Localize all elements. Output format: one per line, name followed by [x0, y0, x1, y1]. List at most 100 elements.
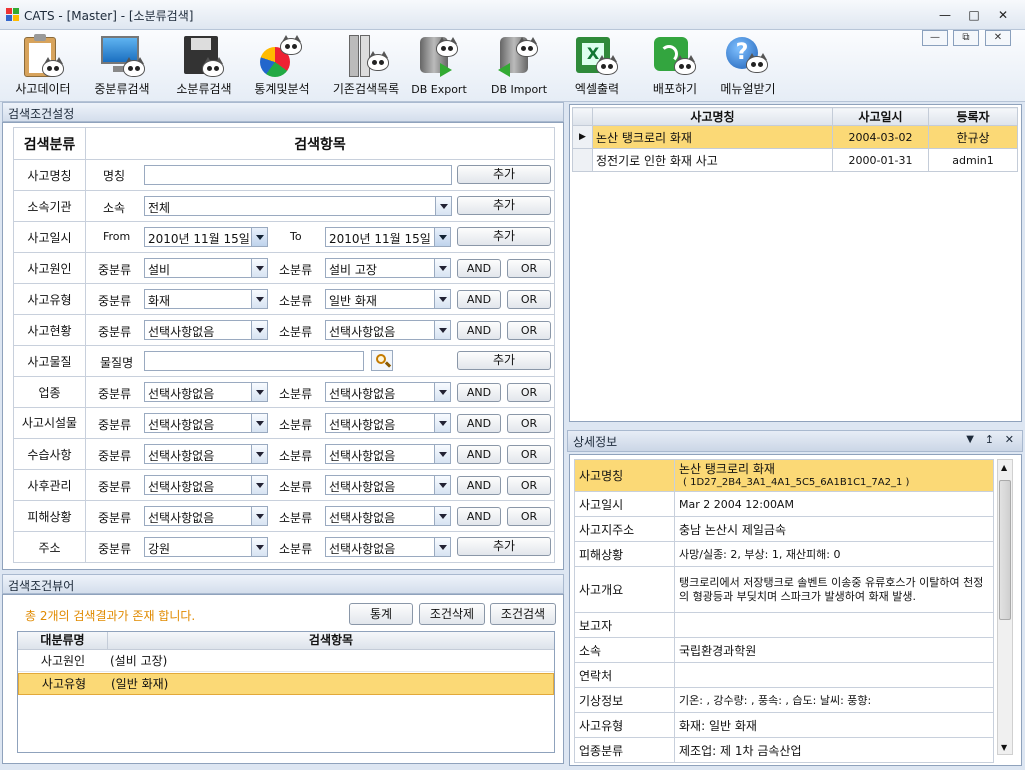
- chevron-down-icon[interactable]: [251, 290, 267, 308]
- status-mid-dropdown[interactable]: 선택사항없음: [144, 320, 268, 340]
- chevron-down-icon[interactable]: [434, 476, 450, 494]
- industry-sub-dropdown[interactable]: 선택사항없음: [325, 382, 451, 402]
- date-add-button[interactable]: 추가: [457, 227, 551, 246]
- recovery-or-button[interactable]: OR: [507, 445, 551, 464]
- status-and-button[interactable]: AND: [457, 321, 501, 340]
- name-input[interactable]: [144, 165, 452, 185]
- followup-and-button[interactable]: AND: [457, 476, 501, 495]
- cause-mid-dropdown[interactable]: 설비: [144, 258, 268, 278]
- damage-sub-dropdown[interactable]: 선택사항없음: [325, 506, 451, 526]
- table-row[interactable]: ▶ 논산 탱크로리 화재 2004-03-02 한규상: [572, 125, 1018, 149]
- facility-mid-dropdown[interactable]: 선택사항없음: [144, 413, 268, 433]
- chevron-down-icon[interactable]: [251, 259, 267, 277]
- chevron-down-icon[interactable]: [434, 538, 450, 556]
- chevron-down-icon[interactable]: [251, 383, 267, 401]
- material-add-button[interactable]: 추가: [457, 351, 551, 370]
- chevron-down-icon[interactable]: [435, 197, 451, 215]
- mdi-restore-icon[interactable]: ⧉: [953, 30, 979, 46]
- date-from-picker[interactable]: 2010년 11월 15일: [144, 227, 268, 247]
- chevron-down-icon[interactable]: [434, 290, 450, 308]
- industry-or-button[interactable]: OR: [507, 383, 551, 402]
- followup-or-button[interactable]: OR: [507, 476, 551, 495]
- industry-and-button[interactable]: AND: [457, 383, 501, 402]
- col-user-header[interactable]: 등록자: [928, 107, 1018, 126]
- toolbar-stats-button[interactable]: 통계및분석: [246, 30, 318, 102]
- list-item-selected[interactable]: 사고유형 (일반 화재): [18, 673, 554, 695]
- recovery-and-button[interactable]: AND: [457, 445, 501, 464]
- search-icon[interactable]: [371, 350, 393, 371]
- close-icon[interactable]: ✕: [1005, 433, 1014, 446]
- toolbar-manual-button[interactable]: ? 메뉴얼받기: [714, 30, 782, 102]
- chevron-down-icon[interactable]: [251, 507, 267, 525]
- type-mid-dropdown[interactable]: 화재: [144, 289, 268, 309]
- chevron-down-icon[interactable]: [251, 476, 267, 494]
- date-to-picker[interactable]: 2010년 11월 15일: [325, 227, 451, 247]
- damage-and-button[interactable]: AND: [457, 507, 501, 526]
- chevron-down-icon[interactable]: [251, 321, 267, 339]
- name-add-button[interactable]: 추가: [457, 165, 551, 184]
- delete-condition-button[interactable]: 조건삭제: [419, 603, 485, 625]
- type-and-button[interactable]: AND: [457, 290, 501, 309]
- damage-or-button[interactable]: OR: [507, 507, 551, 526]
- chevron-down-icon[interactable]: [251, 414, 267, 432]
- status-or-button[interactable]: OR: [507, 321, 551, 340]
- chevron-down-icon[interactable]: [434, 414, 450, 432]
- toolbar-mid-search-button[interactable]: 중분류검색: [86, 30, 158, 102]
- cause-or-button[interactable]: OR: [507, 259, 551, 278]
- status-sub-dropdown[interactable]: 선택사항없음: [325, 320, 451, 340]
- org-dropdown[interactable]: 전체: [144, 196, 452, 216]
- chevron-down-icon[interactable]: [434, 383, 450, 401]
- scroll-down-icon[interactable]: ▼: [1001, 743, 1007, 752]
- scroll-thumb[interactable]: [999, 480, 1011, 620]
- minimize-icon[interactable]: —: [934, 6, 956, 24]
- facility-and-button[interactable]: AND: [457, 414, 501, 433]
- col-items-header[interactable]: 검색항목: [108, 632, 554, 650]
- chevron-down-icon[interactable]: [434, 445, 450, 463]
- chevron-down-icon[interactable]: [434, 507, 450, 525]
- toolbar-saved-search-button[interactable]: 기존검색목록: [326, 30, 406, 102]
- dropdown-icon[interactable]: ▼: [966, 434, 974, 445]
- cause-sub-dropdown[interactable]: 설비 고장: [325, 258, 451, 278]
- org-add-button[interactable]: 추가: [457, 196, 551, 215]
- close-icon[interactable]: ✕: [992, 6, 1014, 24]
- pin-icon[interactable]: ↥: [985, 433, 994, 446]
- address-add-button[interactable]: 추가: [457, 537, 551, 556]
- col-category-header[interactable]: 대분류명: [18, 632, 108, 650]
- recovery-mid-dropdown[interactable]: 선택사항없음: [144, 444, 268, 464]
- col-name-header[interactable]: 사고명칭: [592, 107, 833, 126]
- type-or-button[interactable]: OR: [507, 290, 551, 309]
- mdi-minimize-icon[interactable]: —: [922, 30, 948, 46]
- toolbar-db-export-button[interactable]: DB Export: [408, 30, 470, 102]
- cause-and-button[interactable]: AND: [457, 259, 501, 278]
- toolbar-accident-data-button[interactable]: 사고데이터: [6, 30, 80, 102]
- followup-sub-dropdown[interactable]: 선택사항없음: [325, 475, 451, 495]
- list-item[interactable]: 사고원인 (설비 고장): [18, 650, 554, 672]
- scroll-up-icon[interactable]: ▲: [1001, 463, 1007, 472]
- col-date-header[interactable]: 사고일시: [832, 107, 929, 126]
- chevron-down-icon[interactable]: [434, 321, 450, 339]
- type-sub-dropdown[interactable]: 일반 화재: [325, 289, 451, 309]
- chevron-down-icon[interactable]: [251, 538, 267, 556]
- followup-mid-dropdown[interactable]: 선택사항없음: [144, 475, 268, 495]
- facility-or-button[interactable]: OR: [507, 414, 551, 433]
- address-sub-dropdown[interactable]: 선택사항없음: [325, 537, 451, 557]
- toolbar-excel-button[interactable]: X 엑셀출력: [566, 30, 628, 102]
- table-row[interactable]: 정전기로 인한 화재 사고 2000-01-31 admin1: [572, 148, 1018, 172]
- stats-button[interactable]: 통계: [349, 603, 413, 625]
- chevron-down-icon[interactable]: [251, 445, 267, 463]
- facility-sub-dropdown[interactable]: 선택사항없음: [325, 413, 451, 433]
- calendar-dropdown-icon[interactable]: [434, 228, 450, 246]
- material-input[interactable]: [144, 351, 364, 371]
- address-mid-dropdown[interactable]: 강원: [144, 537, 268, 557]
- damage-mid-dropdown[interactable]: 선택사항없음: [144, 506, 268, 526]
- search-condition-button[interactable]: 조건검색: [490, 603, 556, 625]
- maximize-icon[interactable]: □: [963, 6, 985, 24]
- mdi-close-icon[interactable]: ✕: [985, 30, 1011, 46]
- industry-mid-dropdown[interactable]: 선택사항없음: [144, 382, 268, 402]
- toolbar-db-import-button[interactable]: DB Import: [488, 30, 550, 102]
- calendar-dropdown-icon[interactable]: [251, 228, 267, 246]
- chevron-down-icon[interactable]: [434, 259, 450, 277]
- toolbar-sub-search-button[interactable]: 소분류검색: [168, 30, 240, 102]
- detail-scrollbar[interactable]: ▲ ▼: [997, 459, 1013, 755]
- recovery-sub-dropdown[interactable]: 선택사항없음: [325, 444, 451, 464]
